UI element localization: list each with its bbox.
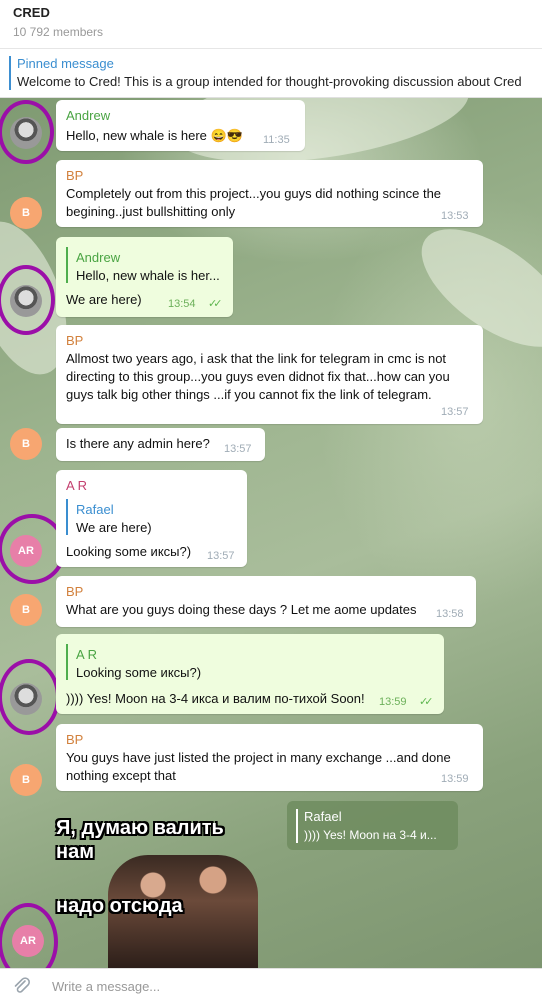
sender-name: BP <box>66 732 84 747</box>
reply-text: Looking some иксы?) <box>76 665 202 680</box>
reply-sender: Rafael <box>304 809 342 824</box>
message-time: 13:53 <box>441 210 469 222</box>
message-bubble[interactable]: Andrew Hello, new whale is her... We are… <box>56 237 233 317</box>
message-time: 13:59 <box>379 696 407 708</box>
avatar[interactable]: B <box>10 197 42 229</box>
message-text: begining..just bullshitting only <box>66 204 236 219</box>
reply-sender: A R <box>76 647 97 662</box>
avatar[interactable]: B <box>10 428 42 460</box>
paperclip-icon[interactable] <box>11 975 31 995</box>
sender-name: A R <box>66 478 87 493</box>
double-check-icon: ✓✓ <box>208 298 223 310</box>
message-time: 13:57 <box>207 550 235 562</box>
message-time: 13:58 <box>436 608 464 620</box>
reply-text: We are here) <box>76 520 152 535</box>
message-input[interactable] <box>50 975 514 997</box>
sender-name: BP <box>66 584 84 599</box>
message-text: Allmost two years ago, i ask that the li… <box>66 351 447 366</box>
message-bubble[interactable]: A R Looking some иксы?) )))) Yes! Moon н… <box>56 634 444 714</box>
message-bubble[interactable]: BP Completely out from this project...yo… <box>56 160 483 227</box>
message-bubble[interactable]: Is there any admin here? 13:57 <box>56 428 265 461</box>
reply-text: Hello, new whale is her... <box>76 268 220 283</box>
avatar[interactable]: B <box>10 764 42 796</box>
reply-text: )))) Yes! Moon на 3-4 и... <box>304 828 437 842</box>
message-bubble[interactable]: BP You guys have just listed the project… <box>56 724 483 791</box>
reply-accent-bar <box>66 499 68 535</box>
avatar[interactable]: B <box>10 594 42 626</box>
message-time: 11:35 <box>263 134 290 146</box>
message-time: 13:54 <box>168 298 196 310</box>
annotation-circle <box>0 903 58 968</box>
message-input-bar[interactable] <box>0 968 542 998</box>
member-count: 10 792 members <box>13 25 104 39</box>
annotation-circle <box>0 659 60 735</box>
message-bubble[interactable]: A R Rafael We are here) Looking some икс… <box>56 470 247 567</box>
message-text: )))) Yes! Moon на 3-4 икса и валим по-ти… <box>66 691 365 706</box>
sticker-reply-preview[interactable]: Rafael )))) Yes! Moon на 3-4 и... <box>287 801 458 850</box>
message-text: Looking some иксы?) <box>66 544 192 559</box>
message-bubble[interactable]: BP Allmost two years ago, i ask that the… <box>56 325 483 424</box>
message-bubble[interactable]: Andrew Hello, new whale is here 😄😎 11:35 <box>56 100 305 151</box>
chat-title: CRED <box>13 5 50 20</box>
chat-header[interactable]: CRED 10 792 members <box>0 0 542 49</box>
message-text: directing to this group...you guys even … <box>66 369 450 384</box>
message-text: guys talk big other things ...if you can… <box>66 387 432 402</box>
message-text: We are here) <box>66 292 142 307</box>
message-text: Is there any admin here? <box>66 436 210 451</box>
reply-accent-bar <box>66 644 68 680</box>
pinned-message-bar[interactable]: Pinned message Welcome to Cred! This is … <box>0 49 542 98</box>
sender-name: BP <box>66 168 84 183</box>
reply-sender: Andrew <box>76 250 121 265</box>
message-time: 13:57 <box>224 443 252 455</box>
sender-name: Andrew <box>66 108 111 123</box>
annotation-circle <box>0 100 54 164</box>
double-check-icon: ✓✓ <box>419 696 434 708</box>
chat-area[interactable]: Andrew Hello, new whale is here 😄😎 11:35… <box>0 98 542 968</box>
reply-accent-bar <box>296 809 298 843</box>
message-time: 13:57 <box>441 406 469 418</box>
sticker[interactable]: Я, думаю валить нам надо отсюда <box>56 813 276 968</box>
sticker-caption: Я, думаю валить <box>56 817 224 839</box>
reply-sender: Rafael <box>76 502 114 517</box>
message-bubble[interactable]: BP What are you guys doing these days ? … <box>56 576 476 627</box>
pinned-label: Pinned message <box>17 56 114 71</box>
sender-name: BP <box>66 333 84 348</box>
sticker-caption: надо отсюда <box>56 895 183 917</box>
message-text: Hello, new whale is here 😄😎 <box>66 128 243 143</box>
reply-accent-bar <box>66 247 68 283</box>
message-time: 13:59 <box>441 773 469 785</box>
message-text: Completely out from this project...you g… <box>66 186 442 201</box>
pinned-text: Welcome to Cred! This is a group intende… <box>17 74 522 89</box>
message-text: nothing except that <box>66 768 176 783</box>
message-text: What are you guys doing these days ? Let… <box>66 602 417 617</box>
pinned-accent-bar <box>9 56 11 90</box>
message-text: You guys have just listed the project in… <box>66 750 451 765</box>
sticker-caption: нам <box>56 841 94 863</box>
